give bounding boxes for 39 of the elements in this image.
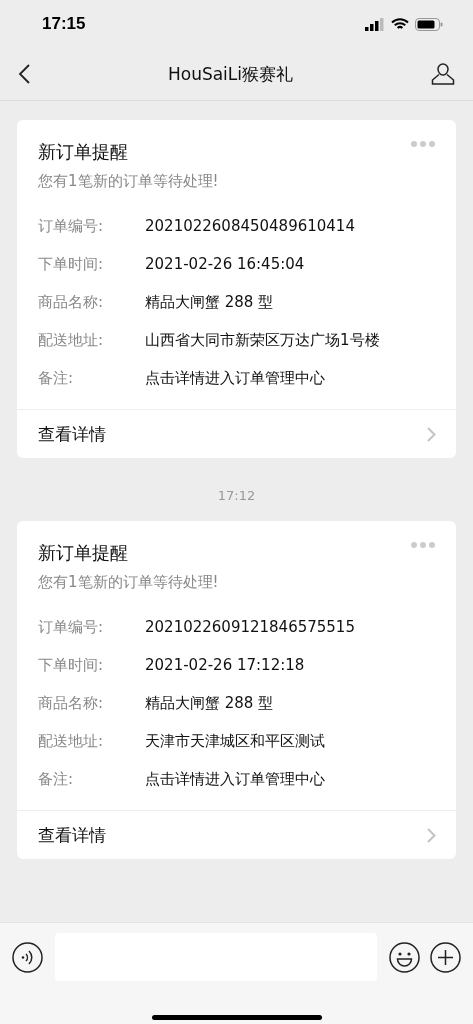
field-label: 下单时间: — [38, 254, 105, 275]
status-time: 17:15 — [42, 14, 86, 34]
field-value: 山西省大同市新荣区万达广场1号楼 — [145, 330, 380, 351]
card-subtitle: 您有1笔新的订单等待处理! — [37, 171, 220, 191]
card-title: 新订单提醒 — [38, 541, 128, 565]
field-label: 商品名称: — [38, 292, 105, 313]
message-time: 17:12 — [217, 488, 256, 503]
field-value: 2021-02-26 16:45:04 — [145, 254, 305, 275]
wifi-icon — [391, 17, 409, 31]
field-label: 下单时间: — [38, 655, 105, 676]
field-label: 备注: — [38, 368, 75, 389]
field-value: 2021022608450489610414 — [145, 216, 355, 237]
field-label: 商品名称: — [38, 693, 105, 714]
field-label: 订单编号: — [38, 617, 105, 638]
field-value: 点击详情进入订单管理中心 — [145, 769, 325, 790]
details-link[interactable]: 查看详情 — [17, 409, 456, 458]
field-label: 配送地址: — [38, 330, 105, 351]
person-icon[interactable] — [431, 62, 455, 86]
back-icon[interactable] — [18, 64, 30, 84]
emoji-icon[interactable] — [389, 941, 420, 973]
chevron-right-icon — [427, 827, 436, 843]
field-label: 订单编号: — [38, 216, 105, 237]
card-subtitle: 您有1笔新的订单等待处理! — [37, 572, 220, 592]
field-value: 精品大闸蟹 288 型 — [145, 693, 274, 714]
field-value: 2021022609121846575515 — [145, 617, 355, 638]
field-label: 备注: — [38, 769, 75, 790]
field-value: 天津市天津城区和平区测试 — [145, 731, 325, 752]
chevron-right-icon — [427, 426, 436, 442]
card-title: 新订单提醒 — [38, 140, 128, 164]
voice-icon[interactable] — [12, 941, 43, 973]
signal-icon — [365, 17, 385, 31]
details-link[interactable]: 查看详情 — [17, 810, 456, 859]
chat-title: HouSaiLi猴赛礼 — [167, 62, 294, 86]
field-value: 点击详情进入订单管理中心 — [145, 368, 325, 389]
field-label: 配送地址: — [38, 731, 105, 752]
field-value: 精品大闸蟹 288 型 — [145, 292, 274, 313]
field-value: 2021-02-26 17:12:18 — [145, 655, 305, 676]
add-icon[interactable] — [430, 941, 461, 973]
battery-icon — [415, 17, 443, 31]
